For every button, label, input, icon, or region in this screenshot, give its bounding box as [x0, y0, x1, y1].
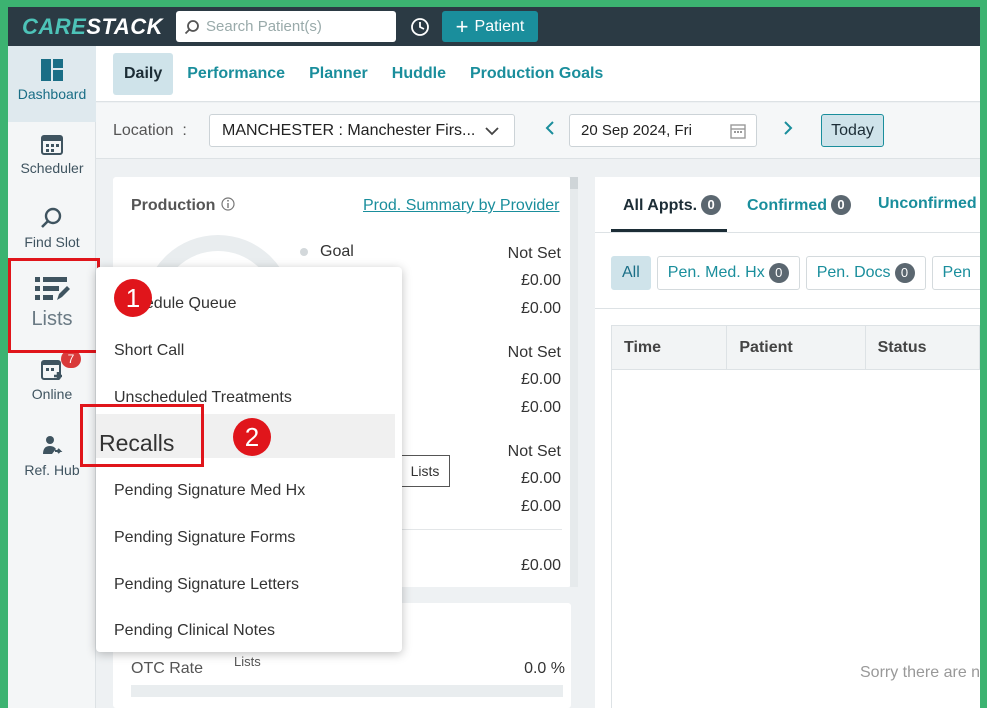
production-value: £0.00 [520, 300, 561, 317]
filter-chip-pen-docs[interactable]: Pen. Docs 0 [805, 256, 926, 290]
production-scrollbar[interactable] [570, 177, 578, 587]
production-value: £0.00 [520, 272, 561, 289]
app-window: CARESTACK Search Patient(s) + Patient Da… [8, 7, 980, 708]
scrollbar-thumb[interactable] [570, 177, 578, 189]
tab-unconfirmed[interactable]: Unconfirmed [878, 195, 977, 213]
history-icon[interactable] [408, 15, 432, 39]
otc-rate-value: 0.0 % [524, 660, 565, 677]
appointments-table-header: Time Patient Status [611, 325, 980, 370]
chevron-left-icon [545, 121, 554, 135]
calendar-icon [41, 135, 63, 155]
sidebar-item-online[interactable]: Online [8, 358, 96, 402]
today-button[interactable]: Today [821, 114, 884, 147]
count-badge: 0 [894, 263, 915, 283]
production-value: £0.00 [520, 371, 561, 388]
goal-label: Goal [320, 243, 354, 260]
search-icon [184, 19, 199, 34]
prod-summary-link[interactable]: Prod. Summary by Provider [363, 197, 560, 215]
count-badge: 0 [768, 263, 789, 283]
production-value: Not Set [507, 443, 561, 460]
menu-item-pending-signature-letters[interactable]: Pending Signature Letters [114, 576, 299, 594]
empty-state-message: Sorry there are n [860, 664, 980, 681]
step-marker-1: 1 [114, 279, 152, 317]
step-marker-2: 2 [233, 418, 271, 456]
dashboard-tabs: Daily Performance Planner Huddle Product… [96, 46, 980, 102]
appointment-tabs: All Appts. 0 Confirmed 0 Unconfirmed [595, 177, 980, 233]
lists-hint-label: Lists [234, 654, 261, 669]
lists-tooltip: Lists [400, 455, 450, 487]
tab-daily[interactable]: Daily [113, 52, 174, 95]
count-badge: 0 [701, 195, 722, 215]
chevron-right-icon [784, 121, 793, 135]
top-bar: CARESTACK Search Patient(s) + Patient [8, 7, 980, 46]
production-value: £0.00 [520, 399, 561, 416]
tab-all-appts[interactable]: All Appts. 0 [623, 195, 722, 215]
location-bar: Location : MANCHESTER : Manchester Firs.… [96, 103, 980, 159]
production-value: Not Set [507, 344, 561, 361]
plus-icon: + [455, 13, 469, 39]
sidebar-item-scheduler[interactable]: Scheduler [8, 132, 96, 176]
location-label: Location : [113, 121, 187, 139]
highlight-box-lists [8, 258, 100, 353]
active-tab-indicator [611, 229, 727, 232]
production-value: Not Set [507, 245, 561, 262]
count-badge: 0 [831, 195, 851, 215]
next-date-button[interactable] [773, 119, 803, 142]
left-sidebar: Dashboard Scheduler Find Slot Lists Onli… [8, 46, 96, 708]
location-select[interactable]: MANCHESTER : Manchester Firs... [209, 114, 515, 147]
patient-search-input[interactable]: Search Patient(s) [176, 11, 396, 42]
carestack-logo[interactable]: CARESTACK [22, 14, 172, 40]
tab-huddle[interactable]: Huddle [392, 65, 446, 83]
sidebar-item-dashboard[interactable]: Dashboard [8, 46, 96, 122]
calendar-icon [730, 124, 746, 139]
menu-item-pending-signature-forms[interactable]: Pending Signature Forms [114, 529, 295, 547]
production-total-value: £0.00 [520, 557, 561, 574]
search-placeholder: Search Patient(s) [206, 18, 322, 35]
otc-rate-label: OTC Rate [131, 660, 204, 677]
column-header-time[interactable]: Time [612, 326, 728, 369]
appointments-panel: All Appts. 0 Confirmed 0 Unconfirmed All Pe… [595, 177, 980, 708]
date-picker-field[interactable]: 20 Sep 2024, Fri [569, 114, 757, 147]
column-header-patient[interactable]: Patient [727, 326, 866, 369]
filter-chip-pen[interactable]: Pen [931, 256, 980, 290]
info-icon[interactable] [221, 197, 236, 211]
menu-item-pending-clinical-notes[interactable]: Pending Clinical Notes [114, 622, 275, 640]
filter-chip-all[interactable]: All [611, 256, 651, 290]
tab-confirmed[interactable]: Confirmed 0 [747, 195, 851, 215]
tab-planner[interactable]: Planner [309, 65, 368, 83]
dashboard-icon [41, 59, 63, 81]
add-patient-button[interactable]: + Patient [442, 11, 538, 42]
search-icon [41, 207, 62, 228]
divider [595, 308, 980, 309]
highlight-box-recalls [80, 404, 204, 467]
prev-date-button[interactable] [535, 119, 565, 142]
tab-production-goals[interactable]: Production Goals [470, 65, 603, 83]
chevron-down-icon [485, 127, 499, 136]
tab-performance[interactable]: Performance [187, 65, 285, 83]
column-header-status[interactable]: Status [866, 326, 979, 369]
menu-item-short-call[interactable]: Short Call [114, 342, 184, 360]
user-referral-icon [43, 436, 63, 454]
appointment-filter-chips: All Pen. Med. Hx 0 Pen. Docs 0 Pen [611, 256, 980, 290]
production-value: £0.00 [520, 470, 561, 487]
appointments-table-body [611, 370, 980, 708]
sidebar-item-find-slot[interactable]: Find Slot [8, 206, 96, 250]
otc-progress-bar [131, 685, 563, 697]
menu-item-pending-signature-med-hx[interactable]: Pending Signature Med Hx [114, 482, 305, 500]
filter-chip-pen-med-hx[interactable]: Pen. Med. Hx 0 [656, 256, 800, 290]
production-value: £0.00 [520, 498, 561, 515]
legend-dot [300, 248, 308, 256]
production-title: Production [131, 197, 236, 215]
